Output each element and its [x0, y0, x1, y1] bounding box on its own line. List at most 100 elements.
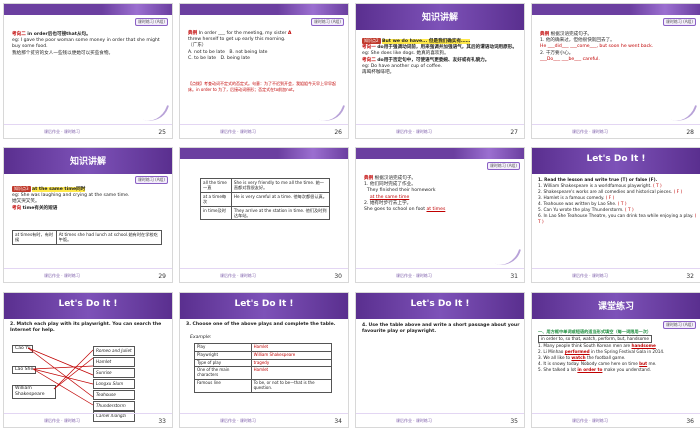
page-number: 36	[686, 418, 694, 425]
play-hamlet[interactable]: Hamlet	[93, 356, 135, 368]
slide-35[interactable]: Let's Do It ! 4. Use the table above and…	[355, 292, 525, 428]
kaoxiang-label: 考向二	[362, 57, 376, 63]
instruction: 根据汉语完成句子。	[374, 176, 417, 181]
feather-icon	[138, 97, 170, 127]
answer-1: handsome	[631, 343, 656, 348]
example-label: 典例	[540, 32, 550, 37]
page-number: 33	[158, 418, 166, 425]
example-2: eg: Do have another cup of coffee.	[362, 63, 443, 69]
page-number: 35	[510, 418, 518, 425]
slide-28[interactable]: 课时练习 (A组) 典例 根据汉语完成句子。 1. 他的确来过，但他很快就回去了…	[531, 3, 700, 139]
phrase-cell: at times有时，有时候	[12, 230, 57, 245]
play-table: Play Hamlet Playwright William Shakespeare…	[194, 343, 333, 393]
slide-31[interactable]: 课时练习 (A组) 典例 根据汉语完成句子。 1. 他们同时完成了作业。 The…	[355, 147, 525, 283]
statement-3: 3. Hamlet is a famous comedy.	[538, 196, 605, 201]
slide-banner: Let's Do It !	[180, 293, 348, 319]
slide-footer: 课后作业 · 课时练习	[532, 268, 700, 282]
answer-2: performed	[564, 349, 590, 354]
question-source: （广东）	[188, 43, 207, 49]
slide-30[interactable]: all the time一直 She is very friendly to me…	[179, 147, 349, 283]
example-1: eg: She does like dogs. 她真的喜欢狗。	[362, 51, 449, 57]
phrase-example-cell: They arrive at the station in time. 他们及时…	[230, 205, 331, 221]
answer-4: but	[639, 361, 648, 366]
slide-footer: 课后作业 · 课时练习	[180, 413, 348, 427]
slide-footer: 课后作业 · 课时练习	[356, 268, 524, 282]
play-teahouse[interactable]: Teahouse	[93, 389, 135, 401]
phrase-table: at times有时，有时候 At times she had lunch at …	[12, 230, 163, 245]
page-number: 25	[158, 129, 166, 136]
play-thunderstorm[interactable]: Thunderstorm	[93, 400, 135, 411]
item-2-tail: in the Spring Festival Gala in 2014.	[590, 349, 665, 354]
feather-icon	[314, 97, 346, 127]
row-label: Playwright	[194, 350, 252, 360]
play-romeo-juliet[interactable]: Romeo and Juliet	[93, 346, 135, 357]
statement-2: 2. Shakespeare's works are all comedies …	[538, 190, 673, 195]
slide-27[interactable]: 知识讲解 知识点2 But we do have... 但是我们确实有…… 考向…	[355, 3, 525, 139]
row-value: tragedy	[250, 358, 333, 368]
slide-topbar	[4, 4, 172, 15]
question-2: 2. 她有时步行去上学。	[364, 200, 412, 206]
row-value: To be, or not to be—that is the question…	[250, 379, 333, 393]
slide-title: Let's Do It !	[586, 154, 646, 164]
slide-tag: 课时练习 (A组)	[662, 18, 696, 26]
answer-3: watch	[571, 355, 586, 360]
slide-footer: 课后作业 · 课时练习	[356, 413, 524, 427]
example-label: 典例	[188, 31, 198, 36]
point-rule-2: do用于否定句中，可使语气更委婉、友好或有礼貌力。	[377, 57, 490, 63]
phrase-cell: in time及时	[200, 205, 232, 221]
slide-29[interactable]: 知识讲解 课时练习 (A组) 知识点3 at the same time同时 e…	[3, 147, 173, 283]
row-label: One of the main characters	[194, 366, 252, 380]
slide-footer: 课后作业 · 课时练习	[4, 268, 172, 282]
slide-32[interactable]: Let's Do It ! 1. Read the lesson and wri…	[531, 147, 700, 283]
option-c: C. to be late	[188, 55, 217, 61]
page-number: 26	[334, 129, 342, 136]
slide-banner: 知识讲解	[4, 148, 172, 174]
hint-note: 【点拨】考查动词不定式的否定式。句意：为了不迟到开会，我姐姐今天早上早早起床。i…	[188, 81, 336, 92]
question-2-answer: at times	[426, 207, 446, 213]
slide-tag: 课时练习 (A组)	[662, 321, 696, 329]
point-badge: 知识点2	[362, 38, 381, 45]
slide-title: Let's Do It !	[234, 299, 294, 309]
kaoxiang-label: 考向二	[12, 32, 26, 37]
slide-banner: 课堂练习	[532, 293, 700, 319]
statement-6: 6. In Lao She Teahouse Theatre, you can …	[538, 214, 694, 219]
slide-footer: 课后作业 · 课时练习	[532, 413, 700, 427]
play-longxu-slum[interactable]: Longxu Slum	[93, 378, 135, 390]
play-sunrise[interactable]: Sunrise	[93, 367, 135, 379]
slide-title: Let's Do It !	[410, 299, 470, 309]
slide-34[interactable]: Let's Do It ! 3. Choose one of the above…	[179, 292, 349, 428]
question-2-answer: ___Do___ ___be___ careful.	[540, 56, 600, 62]
question-1: 1. 他们同时完成了作业。	[364, 182, 416, 188]
slide-topbar	[180, 148, 348, 159]
slide-banner: 知识讲解	[356, 4, 524, 30]
phrase-example-cell: At times she had lunch at school.她有时在学校吃…	[55, 230, 163, 245]
answer-5: ( T )	[624, 208, 634, 213]
statement-1: 1. William Shakespeare is a worldfamous …	[538, 184, 652, 189]
slide-topbar	[532, 4, 700, 15]
example-label: 典例	[364, 176, 374, 181]
slide-footer: 课后作业 · 课时练习	[180, 268, 348, 282]
point-rule: time有关的短语	[22, 205, 58, 211]
question-line-1: In order ___ for the meeting, my sister	[198, 31, 287, 36]
slide-25[interactable]: 课时练习 (A组) 考向二 in order后也可接that从句。 eg: I …	[3, 3, 173, 139]
slide-banner: Let's Do It !	[356, 293, 524, 319]
page-number: 27	[510, 129, 518, 136]
row-label: Famous line	[194, 379, 252, 393]
answer-5: in order to	[577, 367, 603, 372]
question-1-sentence: They finished their homework	[366, 188, 436, 194]
slide-topbar	[180, 4, 348, 15]
point-text: in order后也可接that从句。	[27, 32, 91, 37]
example-1-cn: 她又哭又笑。	[12, 199, 40, 205]
example-2-cn: 再喝杯咖啡吧。	[362, 70, 395, 76]
statement-5: 5. Can Yu wrote the play Thunderstorm.	[538, 208, 624, 213]
match-lines	[27, 347, 94, 406]
kaoxiang-label: 考向	[12, 205, 22, 211]
phrase-cell: at a time每次	[200, 191, 232, 207]
slide-36[interactable]: 课堂练习 课时练习 (A组) 一、用方框中单词或短语的适当形式填空（每一词限用一…	[531, 292, 700, 428]
point-badge: 知识点3	[12, 186, 31, 193]
slide-topbar	[356, 148, 524, 159]
feather-icon	[666, 97, 698, 127]
slide-26[interactable]: 课时练习 (A组) 典例 In order ___ for the meetin…	[179, 3, 349, 139]
item-1: 1. Many people think South Korean men ar…	[538, 343, 631, 348]
slide-33[interactable]: Let's Do It ! 2. Match each play with it…	[3, 292, 173, 428]
